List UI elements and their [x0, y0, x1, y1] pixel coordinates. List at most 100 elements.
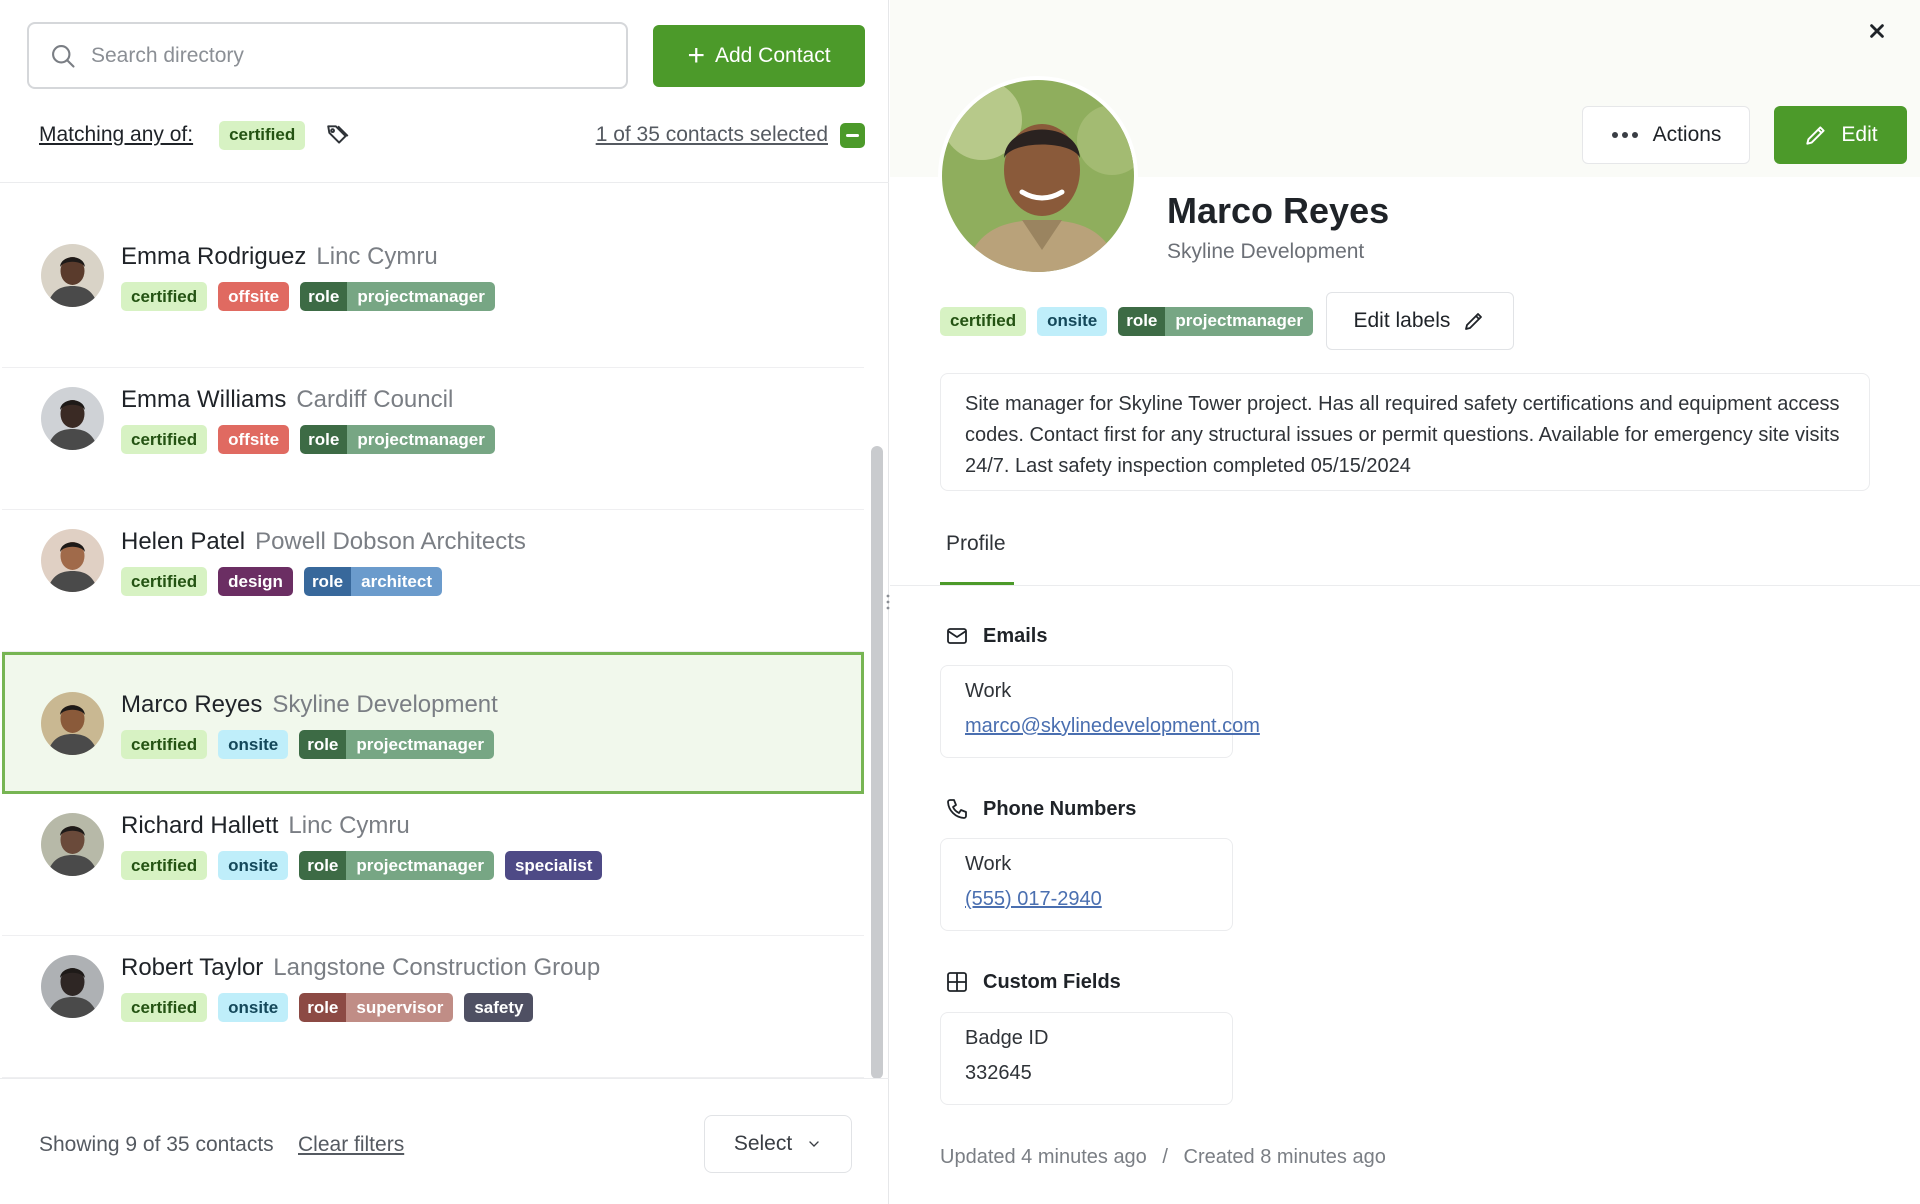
- role-chip-key: role: [299, 730, 346, 759]
- role-chip-value: projectmanager: [347, 425, 495, 454]
- record-timestamps: Updated 4 minutes ago / Created 8 minute…: [940, 1146, 1386, 1169]
- contact-name-line: Richard HallettLinc Cymru: [121, 812, 410, 840]
- contact-labels: certified offsite roleprojectmanager: [121, 282, 495, 311]
- contact-notes: Site manager for Skyline Tower project. …: [940, 373, 1870, 491]
- role-chip-value: projectmanager: [347, 282, 495, 311]
- edit-label: Edit: [1841, 123, 1877, 147]
- contact-labels: certified onsite role projectmanager Edi…: [940, 292, 1514, 350]
- label-chip: certified: [121, 282, 207, 311]
- contact-list[interactable]: Emma RodriguezLinc Cymru certified offsite…: [2, 183, 864, 1078]
- avatar: [41, 387, 104, 450]
- role-chip: roleprojectmanager: [300, 282, 495, 311]
- label-chip: specialist: [505, 851, 603, 880]
- select-dropdown[interactable]: Select: [704, 1115, 852, 1173]
- actions-button[interactable]: Actions: [1582, 106, 1750, 164]
- phone-card: Work (555) 017-2940: [940, 838, 1233, 931]
- grid-icon: [945, 970, 969, 994]
- filter-match-label[interactable]: Matching any of:: [39, 123, 193, 147]
- contact-labels: certifieddesignrolearchitect: [121, 567, 442, 596]
- selected-count-link[interactable]: 1 of 35 contacts selected: [596, 123, 828, 147]
- search-box[interactable]: [27, 22, 628, 89]
- avatar: [41, 529, 104, 592]
- avatar: [41, 244, 104, 307]
- contact-row[interactable]: Emma RodriguezLinc Cymru certified offsite…: [2, 183, 864, 368]
- phone-type: Work: [965, 853, 1208, 876]
- contact-row[interactable]: Helen Patel Powell Dobson Architects certi…: [2, 510, 864, 652]
- role-chip: rolearchitect: [304, 567, 442, 596]
- tags-icon[interactable]: [325, 122, 351, 148]
- contact-labels: certifiedonsiteroleprojectmanager: [121, 730, 494, 759]
- chevron-down-icon: [806, 1136, 822, 1152]
- tab-profile[interactable]: Profile: [946, 532, 1006, 556]
- list-scrollbar[interactable]: [871, 446, 883, 1079]
- contact-row[interactable]: Emma WilliamsCardiff Councilcertifiedoff…: [2, 368, 864, 510]
- contact-company: Cardiff Council: [296, 386, 453, 413]
- pencil-icon: [1803, 122, 1829, 148]
- edit-labels-button[interactable]: Edit labels: [1326, 292, 1514, 350]
- role-chip-value: supervisor: [346, 993, 453, 1022]
- contact-row[interactable]: Richard HallettLinc Cymru certifiedonsite…: [2, 794, 864, 936]
- mail-icon: [945, 624, 969, 648]
- edit-button[interactable]: Edit: [1774, 106, 1907, 164]
- label-chip: safety: [464, 993, 533, 1022]
- select-label: Select: [734, 1132, 792, 1156]
- contact-company: Skyline Development: [1167, 240, 1364, 264]
- role-chip-key: role: [299, 993, 346, 1022]
- updated-time: Updated 4 minutes ago: [940, 1146, 1147, 1168]
- add-contact-button[interactable]: + Add Contact: [653, 25, 865, 87]
- label-chip: onsite: [218, 993, 288, 1022]
- contact-name-line: Emma RodriguezLinc Cymru: [121, 243, 438, 271]
- label-chip: certified: [121, 851, 207, 880]
- edit-labels-label: Edit labels: [1353, 309, 1450, 333]
- contact-row[interactable]: Marco ReyesSkyline Developmentcertifiedo…: [2, 652, 864, 794]
- avatar: [41, 813, 104, 876]
- contact-name: Marco Reyes: [121, 691, 262, 718]
- contact-company: Powell Dobson Architects: [255, 528, 526, 555]
- email-card: Work marco@skylinedevelopment.com: [940, 665, 1233, 758]
- search-input[interactable]: [91, 44, 591, 68]
- label-chip: offsite: [218, 282, 289, 311]
- search-icon: [49, 42, 77, 70]
- clear-filters-link[interactable]: Clear filters: [298, 1133, 404, 1157]
- custom-field-label: Badge ID: [965, 1027, 1208, 1050]
- pencil-icon: [1462, 309, 1486, 333]
- custom-field-card: Badge ID 332645: [940, 1012, 1233, 1105]
- role-chip-value: projectmanager: [1165, 307, 1313, 336]
- role-chip-value: projectmanager: [346, 851, 494, 880]
- timestamp-separator: /: [1162, 1146, 1168, 1168]
- custom-fields-heading: Custom Fields: [983, 971, 1121, 994]
- phone-icon: [945, 797, 969, 821]
- contact-row[interactable]: Robert TaylorLangstone Construction Grou…: [2, 936, 864, 1078]
- role-chip-value: projectmanager: [346, 730, 494, 759]
- role-chip: rolesupervisor: [299, 993, 453, 1022]
- contact-name: Emma Williams: [121, 386, 286, 413]
- label-chip: certified: [121, 993, 207, 1022]
- minus-icon[interactable]: [840, 123, 865, 148]
- actions-label: Actions: [1653, 123, 1722, 147]
- avatar: [41, 955, 104, 1018]
- contact-name-line: Emma Williams Cardiff Council: [121, 386, 453, 414]
- plus-icon: +: [687, 41, 705, 71]
- add-contact-label: Add Contact: [715, 44, 831, 68]
- contact-company: Skyline Development: [272, 691, 497, 718]
- contact-name-line: Marco Reyes Skyline Development: [121, 691, 498, 719]
- role-chip-key: role: [299, 851, 346, 880]
- label-chip: certified: [121, 425, 207, 454]
- avatar: [41, 692, 104, 755]
- phones-heading: Phone Numbers: [983, 798, 1136, 821]
- profile-photo: [938, 76, 1138, 276]
- email-type: Work: [965, 680, 1208, 703]
- contact-labels: certifiedonsiteroleprojectmanagerspecial…: [121, 851, 602, 880]
- phone-link[interactable]: (555) 017-2940: [965, 888, 1208, 911]
- filter-bar: Matching any of: certified 1 of 35 conta…: [39, 118, 865, 152]
- filter-chip-certified[interactable]: certified: [219, 121, 305, 150]
- emails-section-heading: Emails: [945, 624, 1047, 648]
- email-link[interactable]: marco@skylinedevelopment.com: [965, 715, 1208, 738]
- role-chip: roleprojectmanager: [299, 851, 494, 880]
- contact-name: Robert Taylor: [121, 954, 263, 981]
- contact-name: Helen Patel: [121, 528, 245, 555]
- more-dots-icon: [1611, 131, 1639, 139]
- label-chip: onsite: [1037, 307, 1107, 336]
- close-icon[interactable]: [1864, 18, 1890, 44]
- label-chip: onsite: [218, 730, 288, 759]
